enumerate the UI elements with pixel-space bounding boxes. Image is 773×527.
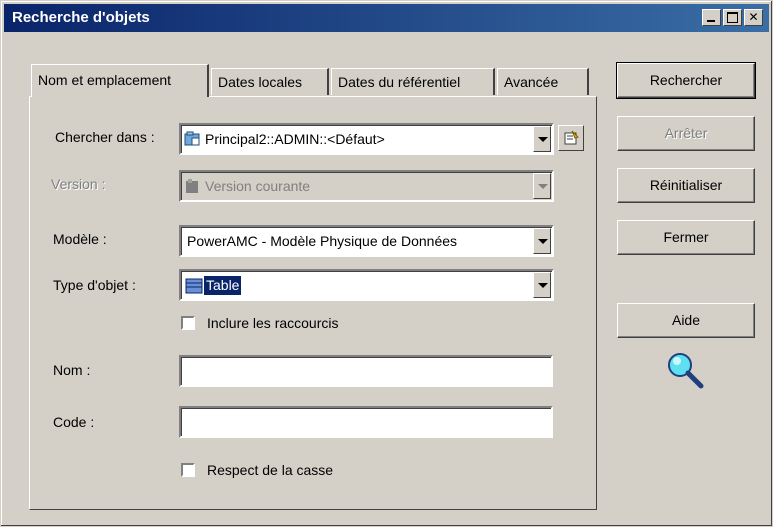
chevron-down-icon <box>538 283 548 288</box>
inclure-raccourcis-checkbox[interactable] <box>181 316 195 330</box>
modele-dropdown[interactable]: PowerAMC - Modèle Physique de Données <box>179 225 554 257</box>
browse-location-button[interactable] <box>558 125 584 151</box>
fermer-button-label: Fermer <box>663 229 709 245</box>
minimize-button[interactable] <box>702 9 721 26</box>
tab-dates-referentiel[interactable]: Dates du référentiel <box>331 68 495 95</box>
tab-nom-et-emplacement[interactable]: Nom et emplacement <box>31 64 209 97</box>
title-bar[interactable]: Recherche d'objets ✕ <box>4 4 769 32</box>
repository-folder-icon <box>184 131 200 146</box>
chercher-dans-dropdown-button[interactable] <box>533 126 551 152</box>
respect-casse-label: Respect de la casse <box>207 462 334 478</box>
version-dropdown-button[interactable] <box>533 173 551 199</box>
aide-button[interactable]: Aide <box>617 303 755 338</box>
tab-dates-locales[interactable]: Dates locales <box>211 68 329 95</box>
reinitialiser-button-label: Réinitialiser <box>649 177 723 193</box>
version-label: Version : <box>51 176 106 192</box>
maximize-icon <box>727 12 738 23</box>
close-button[interactable]: ✕ <box>744 9 763 26</box>
rechercher-button-label: Rechercher <box>649 72 723 88</box>
minimize-icon <box>707 20 715 22</box>
type-objet-dropdown[interactable]: Table <box>179 269 554 301</box>
version-value: Version courante <box>205 178 311 194</box>
code-label: Code : <box>53 414 95 430</box>
rechercher-button[interactable]: Rechercher <box>616 62 756 99</box>
type-objet-label: Type d'objet : <box>53 277 136 293</box>
arreter-button[interactable]: Arrêter <box>617 116 755 151</box>
chevron-down-icon <box>538 137 548 142</box>
modele-dropdown-button[interactable] <box>533 228 551 254</box>
modele-value: PowerAMC - Modèle Physique de Données <box>187 233 458 249</box>
chercher-dans-label: Chercher dans : <box>55 129 155 145</box>
modele-label: Modèle : <box>53 231 107 247</box>
nom-label: Nom : <box>53 362 91 378</box>
version-icon <box>186 179 198 193</box>
window-title: Recherche d'objets <box>12 9 150 26</box>
type-objet-dropdown-button[interactable] <box>533 272 551 298</box>
tab-avancee[interactable]: Avancée <box>497 68 589 95</box>
chevron-down-icon <box>538 239 548 244</box>
code-input[interactable] <box>179 406 553 438</box>
tab-label: Dates du référentiel <box>338 74 461 90</box>
table-icon <box>185 278 203 294</box>
search-objects-dialog: Recherche d'objets ✕ Nom et emplacement … <box>0 0 773 527</box>
maximize-button[interactable] <box>723 9 742 26</box>
respect-casse-checkbox[interactable] <box>181 463 195 477</box>
properties-icon <box>564 130 579 145</box>
chercher-dans-dropdown[interactable]: Principal2::ADMIN::<Défaut> <box>179 123 554 155</box>
reinitialiser-button[interactable]: Réinitialiser <box>617 168 755 203</box>
version-dropdown[interactable]: Version courante <box>179 170 554 202</box>
tab-label: Dates locales <box>218 74 303 90</box>
tab-label: Avancée <box>504 74 559 90</box>
tab-label: Nom et emplacement <box>38 72 172 88</box>
nom-input[interactable] <box>179 355 553 387</box>
magnifier-icon <box>668 353 704 389</box>
fermer-button[interactable]: Fermer <box>617 220 755 255</box>
tab-panel <box>29 96 597 510</box>
chevron-down-icon <box>538 184 548 189</box>
close-icon: ✕ <box>748 10 759 24</box>
arreter-button-label: Arrêter <box>664 125 708 141</box>
aide-button-label: Aide <box>671 312 701 328</box>
chercher-dans-value: Principal2::ADMIN::<Défaut> <box>205 131 385 147</box>
type-objet-value: Table <box>204 276 242 295</box>
inclure-raccourcis-label: Inclure les raccourcis <box>207 315 339 331</box>
